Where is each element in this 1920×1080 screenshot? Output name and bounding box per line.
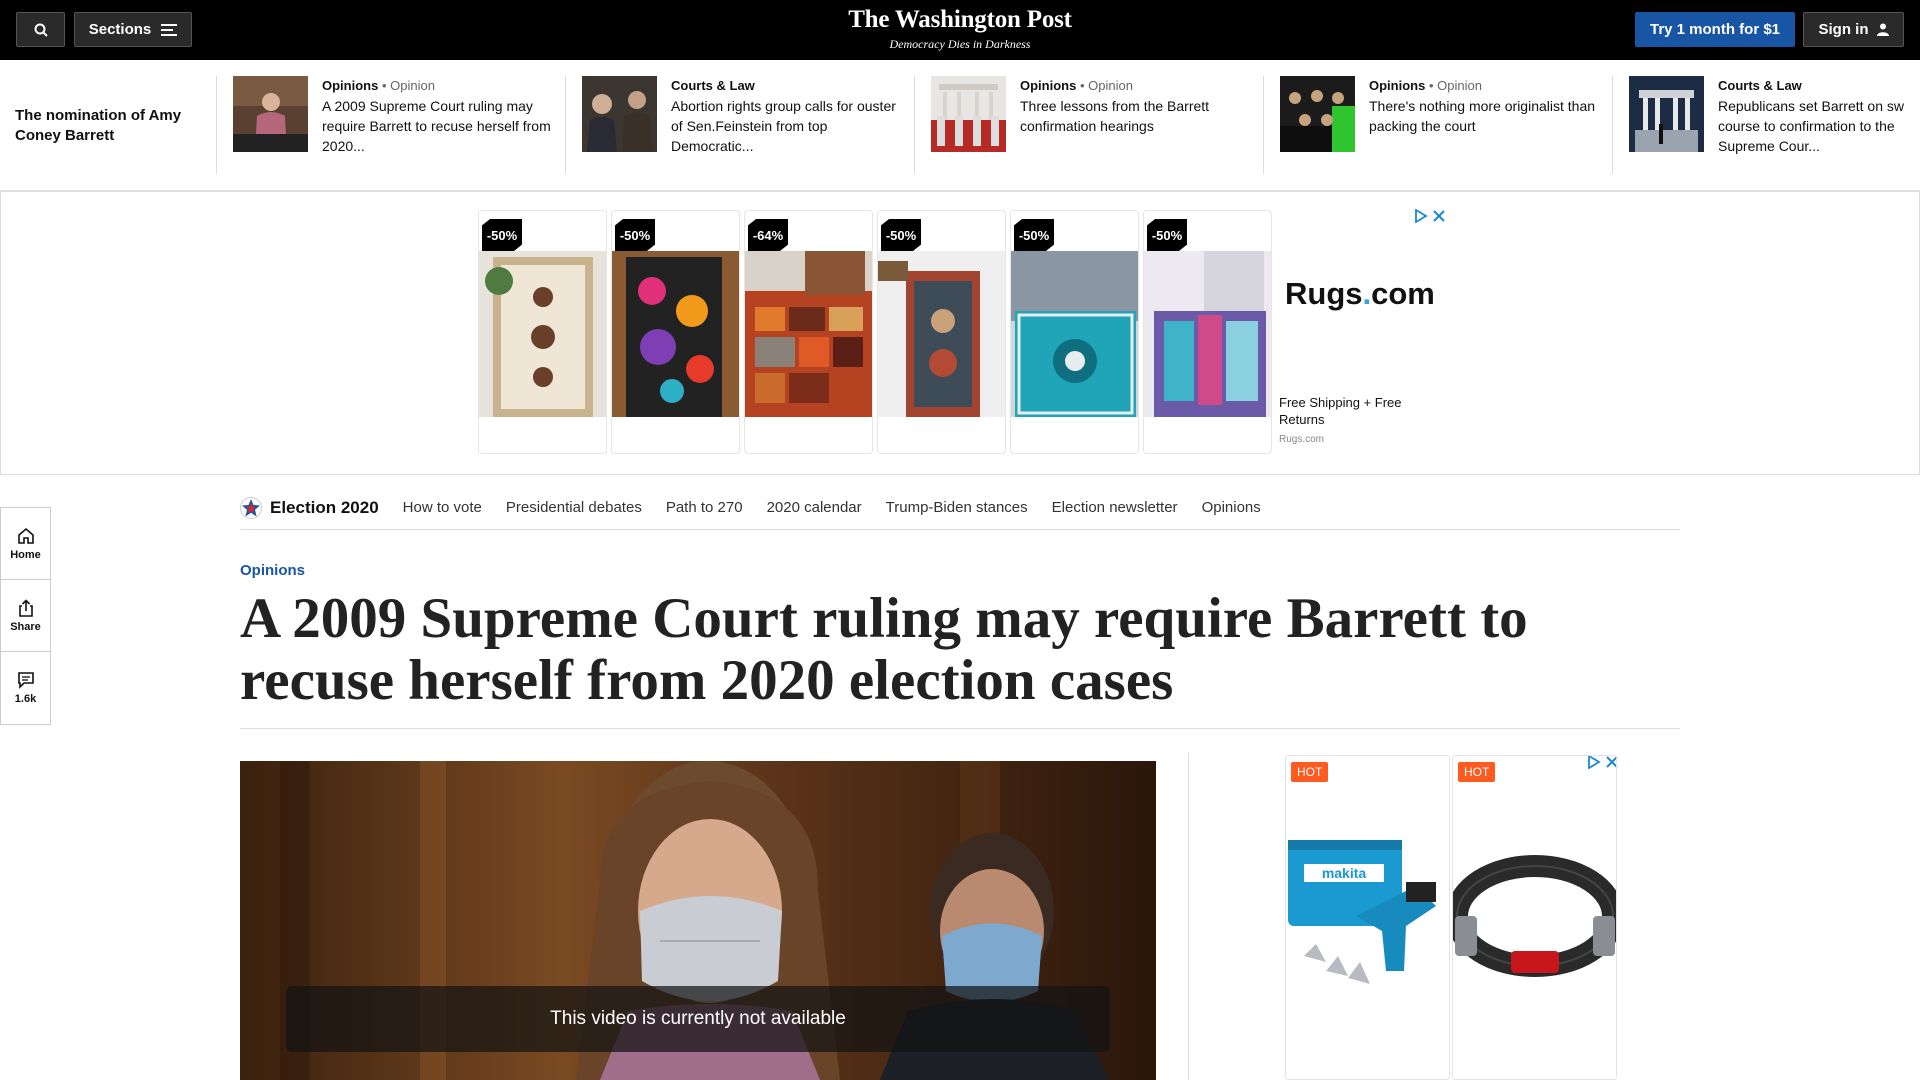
- rail-share-label: Share: [10, 620, 41, 633]
- tool-product-card[interactable]: HOT makita: [1285, 755, 1450, 1080]
- nav-link-path-to-270[interactable]: Path to 270: [666, 499, 743, 516]
- election-brand[interactable]: Election 2020: [240, 496, 379, 519]
- story-title[interactable]: Three lessons from the Barrett confirmat…: [1020, 96, 1249, 136]
- masthead[interactable]: The Washington Post Democracy Dies in Da…: [760, 6, 1160, 52]
- site-tagline: Democracy Dies in Darkness: [889, 37, 1031, 51]
- story-title[interactable]: There's nothing more originalist than pa…: [1369, 96, 1598, 136]
- rail-home-button[interactable]: Home: [1, 508, 50, 580]
- strip-story[interactable]: Opinions • Opinion Three lessons from th…: [914, 76, 1249, 174]
- story-subkicker: • Opinion: [381, 78, 435, 93]
- rugs-advertisement[interactable]: -50% -50% -64% -50% -50% -50% Rugs.com F…: [0, 191, 1920, 475]
- svg-text:makita: makita: [1322, 865, 1367, 881]
- sign-in-button[interactable]: Sign in: [1803, 12, 1904, 47]
- ad-copy[interactable]: Free Shipping + Free Returns: [1279, 394, 1439, 428]
- top-bar: Sections The Washington Post Democracy D…: [0, 0, 1920, 60]
- rug-image: [1144, 251, 1271, 417]
- story-thumbnail: [1629, 76, 1704, 152]
- discount-badge: -50%: [1147, 219, 1187, 251]
- heat-gun-kit-image: makita: [1288, 840, 1436, 984]
- story-kicker[interactable]: Courts & Law: [1718, 78, 1802, 93]
- rug-image: [479, 251, 606, 417]
- story-thumbnail: [931, 76, 1006, 152]
- story-thumbnail: [582, 76, 657, 152]
- topic-strip: The nomination of Amy Coney Barrett Opin…: [0, 60, 1920, 191]
- story-thumbnail: [1280, 76, 1355, 152]
- column-divider: [1188, 753, 1189, 1080]
- rail-share-button[interactable]: Share: [1, 580, 50, 652]
- strip-story[interactable]: Opinions • Opinion A 2009 Supreme Court …: [216, 76, 551, 174]
- story-title[interactable]: Republicans set Barrett on sw course to …: [1718, 96, 1920, 156]
- story-kicker[interactable]: Opinions: [1020, 78, 1076, 93]
- home-icon: [17, 527, 34, 544]
- discount-badge: -50%: [615, 219, 655, 251]
- rail-comment-count: 1.6k: [14, 693, 37, 705]
- video-player[interactable]: This video is currently not available: [240, 761, 1156, 1080]
- story-title[interactable]: A 2009 Supreme Court ruling may require …: [322, 96, 551, 156]
- story-title[interactable]: Abortion rights group calls for ouster o…: [671, 96, 900, 156]
- strip-title[interactable]: The nomination of Amy Coney Barrett: [15, 106, 205, 146]
- election-brand-label: Election 2020: [270, 497, 379, 517]
- rug-product-card[interactable]: -64%: [744, 210, 873, 454]
- nav-link-opinions[interactable]: Opinions: [1202, 499, 1261, 516]
- subscribe-button[interactable]: Try 1 month for $1: [1635, 12, 1795, 47]
- video-unavailable-message: This video is currently not available: [286, 986, 1110, 1052]
- headline-divider: [240, 728, 1680, 729]
- user-icon: [1876, 23, 1889, 36]
- strip-story[interactable]: Opinions • Opinion There's nothing more …: [1263, 76, 1598, 174]
- story-subkicker: • Opinion: [1428, 78, 1482, 93]
- tool-belt-image: [1453, 855, 1616, 977]
- rug-image: [1011, 251, 1138, 417]
- discount-badge: -64%: [748, 219, 788, 251]
- sign-in-label: Sign in: [1818, 21, 1869, 38]
- ad-brand-logo[interactable]: Rugs.com: [1285, 276, 1435, 312]
- rug-product-card[interactable]: -50%: [877, 210, 1006, 454]
- rug-product-card[interactable]: -50%: [1010, 210, 1139, 454]
- tool-product-card[interactable]: HOT: [1452, 755, 1617, 1080]
- nav-link-how-to-vote[interactable]: How to vote: [403, 499, 482, 516]
- rug-product-card[interactable]: -50%: [611, 210, 740, 454]
- rug-image: [745, 251, 872, 417]
- rug-image: [612, 251, 739, 417]
- ad-brand-tld: com: [1371, 276, 1435, 311]
- strip-story[interactable]: Courts & Law Abortion rights group calls…: [565, 76, 900, 174]
- nav-link-presidential-debates[interactable]: Presidential debates: [506, 499, 642, 516]
- share-rail: Home Share 1.6k: [0, 507, 51, 725]
- rail-home-label: Home: [10, 548, 41, 561]
- sections-label: Sections: [88, 21, 152, 38]
- election-star-icon: [240, 496, 262, 519]
- sections-button[interactable]: Sections: [74, 12, 192, 47]
- rug-product-card[interactable]: -50%: [478, 210, 607, 454]
- ad-brand-dot: .: [1362, 276, 1372, 311]
- rug-product-card[interactable]: -50%: [1143, 210, 1272, 454]
- article-headline: A 2009 Supreme Court ruling may require …: [240, 587, 1528, 712]
- story-subkicker: • Opinion: [1079, 78, 1133, 93]
- rug-image: [878, 251, 1005, 417]
- rail-comments-button[interactable]: 1.6k: [1, 652, 50, 724]
- ad-url[interactable]: Rugs.com: [1279, 434, 1324, 445]
- nav-link-election-newsletter[interactable]: Election newsletter: [1052, 499, 1178, 516]
- search-icon: [34, 23, 48, 37]
- comment-icon: [17, 672, 34, 689]
- adchoices-icon[interactable]: [1414, 209, 1428, 223]
- nav-link-trump-biden-stances[interactable]: Trump-Biden stances: [886, 499, 1028, 516]
- close-ad-icon[interactable]: [1432, 209, 1446, 223]
- election-nav: Election 2020 How to vote Presidential d…: [240, 486, 1680, 530]
- story-kicker[interactable]: Opinions: [322, 78, 378, 93]
- ad-brand-name: Rugs: [1285, 276, 1363, 311]
- nav-link-2020-calendar[interactable]: 2020 calendar: [767, 499, 862, 516]
- discount-badge: -50%: [1014, 219, 1054, 251]
- discount-badge: -50%: [881, 219, 921, 251]
- site-logo[interactable]: The Washington Post: [760, 6, 1160, 34]
- story-thumbnail: [233, 76, 308, 152]
- story-kicker[interactable]: Courts & Law: [671, 78, 755, 93]
- discount-badge: -50%: [482, 219, 522, 251]
- menu-icon: [161, 23, 178, 36]
- share-icon: [18, 598, 33, 617]
- strip-story[interactable]: Courts & Law Republicans set Barrett on …: [1612, 76, 1920, 174]
- story-kicker[interactable]: Opinions: [1369, 78, 1425, 93]
- article-kicker[interactable]: Opinions: [240, 562, 305, 579]
- search-button[interactable]: [16, 12, 65, 47]
